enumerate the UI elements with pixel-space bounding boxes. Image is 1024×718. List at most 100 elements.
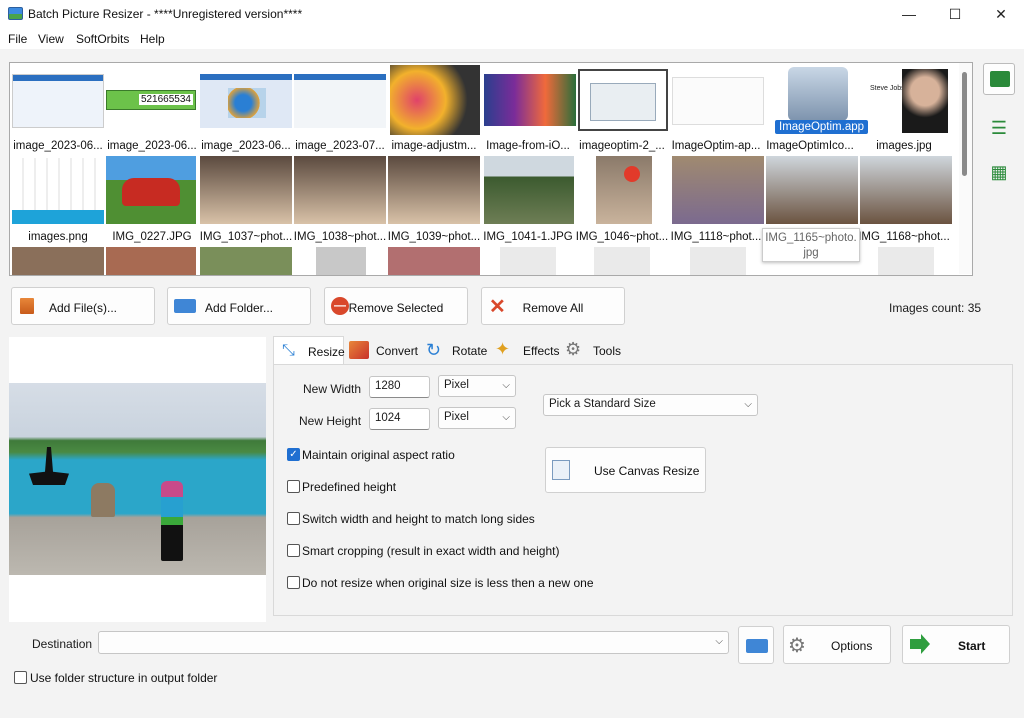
chevron-down-icon: ⌵	[744, 399, 752, 410]
menu-bar: File View SoftOrbits Help	[0, 29, 1024, 49]
browse-folder-button[interactable]	[738, 626, 774, 664]
thumbnail[interactable]	[594, 247, 650, 275]
tab-rotate[interactable]: ↻ Rotate	[424, 336, 490, 364]
tab-convert[interactable]: Convert	[347, 336, 419, 364]
folder-structure-checkbox[interactable]	[14, 671, 27, 684]
smart-cropping-checkbox[interactable]	[287, 544, 300, 557]
thumbnail-caption: IMG_1118~phot...	[670, 231, 762, 243]
height-unit-value: Pixel	[444, 411, 469, 423]
no-upscale-checkbox[interactable]	[287, 576, 300, 589]
thumbnail-caption: ImageOptimIco...	[766, 140, 854, 152]
thumbnail[interactable]	[12, 247, 104, 275]
thumbnail[interactable]	[578, 69, 668, 131]
thumbnail-caption: IMG_1038~phot...	[293, 231, 387, 243]
details-view-icon[interactable]: ▦	[983, 156, 1015, 188]
thumbnail[interactable]	[12, 74, 104, 128]
standard-size-select[interactable]: Pick a Standard Size ⌵	[543, 394, 758, 416]
thumbnail-caption: IMG_1037~phot...	[199, 231, 293, 243]
close-button[interactable]: ✕	[978, 0, 1024, 29]
thumbnail[interactable]	[672, 156, 764, 224]
tooltip-line: jpg	[803, 247, 819, 259]
add-files-label: Add File(s)...	[48, 301, 117, 315]
remove-selected-button[interactable]: — Remove Selected	[324, 287, 468, 325]
thumbnail[interactable]: 521665534	[106, 90, 196, 110]
thumbnail-caption: IMG_1039~phot...	[387, 231, 481, 243]
width-unit-select[interactable]: Pixel ⌵	[438, 375, 516, 397]
menu-help[interactable]: Help	[140, 32, 165, 46]
thumbnail[interactable]	[484, 156, 574, 224]
aspect-ratio-checkbox[interactable]: ✓	[287, 448, 300, 461]
tab-tools-label: Tools	[593, 344, 622, 358]
thumbnail[interactable]	[860, 156, 952, 224]
tab-strip: ⤡ Resize Convert ↻ Rotate ✦ Effects ⚙ To…	[273, 336, 633, 364]
tab-effects[interactable]: ✦ Effects	[495, 336, 563, 364]
gallery-scrollbar-thumb[interactable]	[962, 72, 967, 176]
thumbnail[interactable]	[106, 156, 196, 224]
start-button[interactable]: Start	[902, 625, 1010, 664]
new-height-input[interactable]: 1024	[369, 408, 430, 430]
predefined-height-label: Predefined height	[302, 480, 397, 494]
standard-size-value: Pick a Standard Size	[549, 398, 656, 410]
thumbnail-caption: image_2023-06...	[107, 140, 197, 152]
magic-wand-icon: ✦	[495, 339, 511, 359]
barcode-number: 521665534	[138, 94, 193, 105]
thumbnail-caption: image_2023-07...	[295, 140, 385, 152]
folder-icon	[746, 639, 768, 653]
thumbnail[interactable]	[390, 65, 480, 135]
remove-all-button[interactable]: ✕ Remove All	[481, 287, 625, 325]
resize-panel: New Width 1280 Pixel ⌵ New Height 1024 Pi…	[273, 364, 1013, 616]
remove-all-label: Remove All	[522, 301, 584, 315]
chevron-down-icon: ⌵	[502, 412, 510, 423]
canvas-resize-label: Use Canvas Resize	[594, 464, 700, 478]
switch-sides-checkbox[interactable]	[287, 512, 300, 525]
resize-icon: ⤡	[282, 342, 295, 359]
thumbnail[interactable]	[12, 158, 104, 224]
thumbnail[interactable]	[766, 156, 858, 224]
thumbnail[interactable]: Steve Jobs	[864, 65, 956, 135]
menu-softorbits[interactable]: SoftOrbits	[76, 32, 129, 46]
thumbnail[interactable]	[294, 156, 386, 224]
new-width-label: New Width	[303, 382, 362, 396]
height-unit-select[interactable]: Pixel ⌵	[438, 407, 516, 429]
thumbnail[interactable]	[500, 247, 556, 275]
thumbnail[interactable]	[596, 156, 652, 224]
image-gallery[interactable]: 521665534 Steve Jobs image_2023-06... im…	[9, 62, 973, 276]
convert-icon	[349, 341, 369, 359]
menu-file[interactable]: File	[8, 32, 27, 46]
thumbnail[interactable]	[200, 74, 292, 128]
thumbnail[interactable]	[200, 156, 292, 224]
thumbnail[interactable]	[878, 247, 934, 275]
aspect-ratio-label: Maintain original aspect ratio	[302, 448, 455, 462]
minimize-button[interactable]: —	[886, 0, 932, 29]
preview-pane	[9, 337, 266, 622]
thumbnail[interactable]	[690, 247, 746, 275]
menu-view[interactable]: View	[38, 32, 64, 46]
maximize-button[interactable]: ☐	[932, 0, 978, 29]
predefined-height-checkbox[interactable]	[287, 480, 300, 493]
destination-label: Destination	[32, 637, 93, 651]
thumbnail[interactable]	[200, 247, 292, 275]
thumbnail[interactable]	[484, 74, 576, 126]
title-bar: Batch Picture Resizer - ****Unregistered…	[0, 0, 1024, 29]
tab-resize[interactable]: ⤡ Resize	[273, 336, 345, 364]
canvas-resize-button[interactable]: Use Canvas Resize	[545, 447, 706, 493]
destination-input[interactable]: ⌵	[98, 631, 729, 654]
add-files-button[interactable]: Add File(s)...	[11, 287, 155, 325]
thumbnail[interactable]	[388, 247, 480, 275]
thumbnail-view-button[interactable]	[983, 63, 1015, 95]
options-button[interactable]: ⚙ Options	[783, 625, 891, 664]
thumbnail-caption: images.png	[28, 231, 88, 243]
thumbnail[interactable]	[672, 77, 764, 125]
new-width-input[interactable]: 1280	[369, 376, 430, 398]
thumbnail[interactable]	[294, 74, 386, 128]
thumbnail-caption: imageoptim-2_...	[579, 140, 665, 152]
thumbnail[interactable]	[788, 67, 848, 121]
thumbnail[interactable]	[388, 156, 480, 224]
thumbnail[interactable]	[316, 247, 366, 275]
tab-tools[interactable]: ⚙ Tools	[565, 336, 627, 364]
thumbnail-caption: ImageOptim-ap...	[671, 140, 761, 152]
list-view-icon[interactable]: ☰	[983, 112, 1015, 144]
add-folder-button[interactable]: Add Folder...	[167, 287, 311, 325]
thumbnail[interactable]	[106, 247, 196, 275]
selected-caption[interactable]: ImageOptim.app	[775, 120, 869, 134]
